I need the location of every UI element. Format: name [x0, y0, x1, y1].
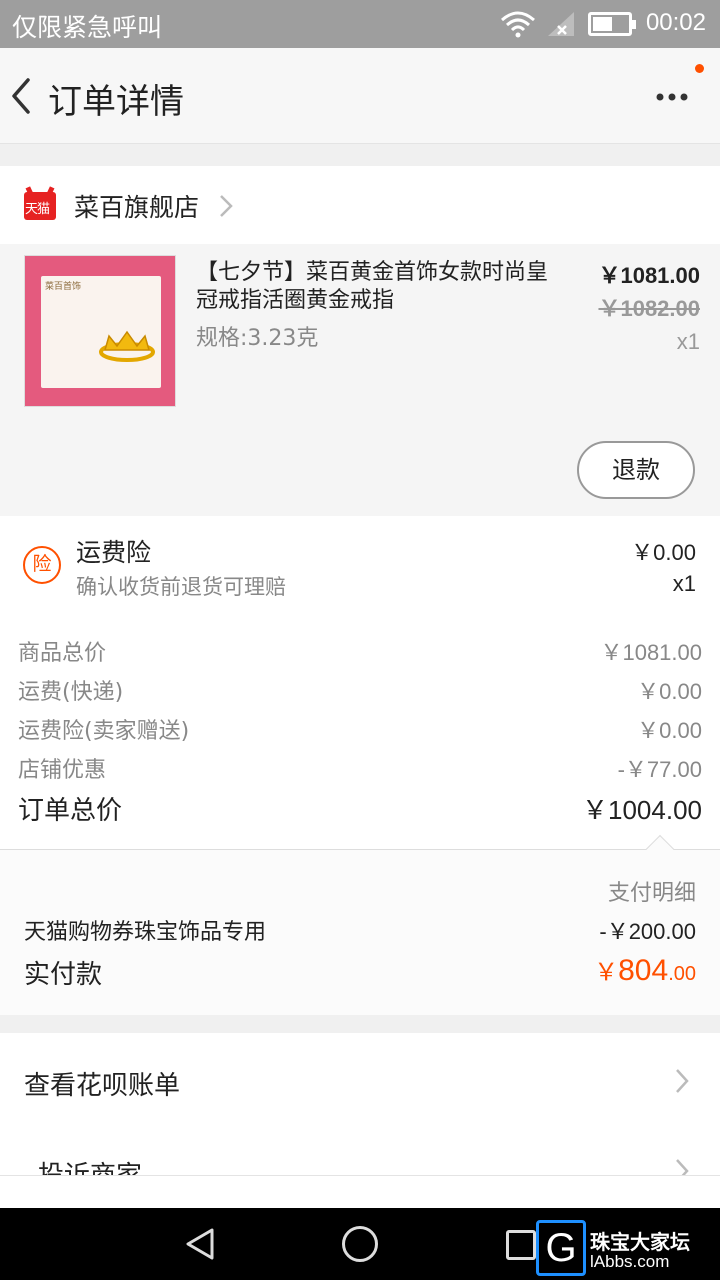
order-total-value: ￥1004.00 [582, 795, 702, 825]
product-image: 菜百首饰 [24, 255, 176, 407]
insurance-description: 确认收货前退货可理赔 [76, 575, 286, 599]
signal-icon [548, 12, 574, 36]
clock: 00:02 [645, 9, 706, 36]
paid-integer: 804 [618, 954, 669, 987]
shop-row[interactable]: 天猫 菜百旗舰店 [0, 166, 720, 244]
bottom-bar [0, 1175, 720, 1208]
carrier-text: 仅限紧急呼叫 [12, 13, 163, 42]
product-price: ￥1081.00 [598, 263, 700, 288]
summary-row: 商品总价 ￥1081.00 [0, 635, 720, 671]
more-options-icon[interactable] [656, 92, 688, 102]
amount-paid-value: ￥804.00 [594, 952, 696, 988]
chevron-right-icon [220, 195, 233, 217]
insurance-icon: 险 [23, 546, 61, 584]
refund-button[interactable]: 退款 [577, 441, 695, 499]
summary-label: 店铺优惠 [18, 758, 107, 783]
nav-recent-apps-icon[interactable] [506, 1230, 536, 1260]
summary-label: 运费险(卖家赠送) [18, 719, 190, 744]
summary-value: ￥0.00 [637, 718, 702, 743]
tmall-logo-icon: 天猫 [24, 192, 56, 220]
insurance-quantity: x1 [672, 571, 696, 596]
watermark-logo: G 珠宝大家坛 lAbbs.com [536, 1220, 720, 1278]
order-total-row: 订单总价 ￥1004.00 [0, 790, 720, 826]
battery-icon [588, 12, 636, 36]
price-summary: 商品总价 ￥1081.00 运费(快递) ￥0.00 运费险(卖家赠送) ￥0.… [0, 616, 720, 850]
chevron-right-icon [676, 1159, 689, 1175]
link-label: 投诉商家 [38, 1155, 142, 1175]
page-title: 订单详情 [48, 82, 184, 122]
product-spec: 规格:3.23克 [196, 326, 319, 351]
shop-name: 菜百旗舰店 [74, 193, 200, 222]
order-total-label: 订单总价 [18, 796, 123, 826]
summary-row: 店铺优惠 -￥77.00 [0, 752, 720, 788]
wifi-icon [501, 11, 535, 38]
coupon-value: -￥200.00 [599, 919, 696, 944]
product-quantity: x1 [676, 329, 700, 354]
complain-merchant-link[interactable]: 投诉商家 [0, 1033, 720, 1175]
summary-value: -￥77.00 [617, 757, 702, 782]
product-original-price: ￥1082.00 [598, 296, 700, 321]
summary-value: ￥0.00 [637, 679, 702, 704]
header: 订单详情 [0, 48, 720, 144]
watermark-letter: G [536, 1220, 586, 1276]
action-links: 查看花呗账单 投诉商家 [0, 1033, 720, 1175]
watermark-line1: 珠宝大家坛 [590, 1230, 690, 1254]
insurance-amount: ￥0.00 [631, 540, 696, 565]
summary-row: 运费险(卖家赠送) ￥0.00 [0, 713, 720, 749]
product-card[interactable]: 菜百首饰 【七夕节】菜百黄金首饰女款时尚皇冠戒指活圈黄金戒指 规格:3.23克 … [0, 244, 720, 516]
summary-label: 运费(快递) [18, 680, 124, 705]
system-nav-bar: G 珠宝大家坛 lAbbs.com [0, 1208, 720, 1280]
back-arrow-icon[interactable] [6, 74, 38, 118]
notification-dot [695, 64, 704, 73]
paid-currency: ￥ [594, 959, 619, 986]
coupon-label: 天猫购物券珠宝饰品专用 [24, 920, 267, 945]
payment-detail-label: 支付明细 [607, 881, 696, 906]
amount-paid-label: 实付款 [24, 960, 103, 990]
nav-back-icon[interactable] [182, 1226, 218, 1262]
paid-decimal: .00 [668, 963, 696, 985]
product-title: 【七夕节】菜百黄金首饰女款时尚皇冠戒指活圈黄金戒指 [196, 260, 549, 313]
status-bar: 仅限紧急呼叫 00:02 [0, 0, 720, 48]
insurance-name: 运费险 [76, 538, 152, 567]
nav-home-icon[interactable] [342, 1226, 378, 1262]
payment-details: 支付明细 天猫购物券珠宝饰品专用 -￥200.00 实付款 ￥804.00 [0, 834, 720, 1015]
crown-ring-illustration [99, 330, 155, 362]
summary-value: ￥1081.00 [600, 640, 702, 665]
shipping-insurance-row: 险 运费险 确认收货前退货可理赔 ￥0.00 x1 [0, 516, 720, 616]
summary-label: 商品总价 [18, 641, 107, 666]
summary-row: 运费(快递) ￥0.00 [0, 674, 720, 710]
product-image-brand: 菜百首饰 [44, 282, 81, 292]
watermark-line2: lAbbs.com [590, 1252, 670, 1271]
battery-level [593, 17, 612, 31]
